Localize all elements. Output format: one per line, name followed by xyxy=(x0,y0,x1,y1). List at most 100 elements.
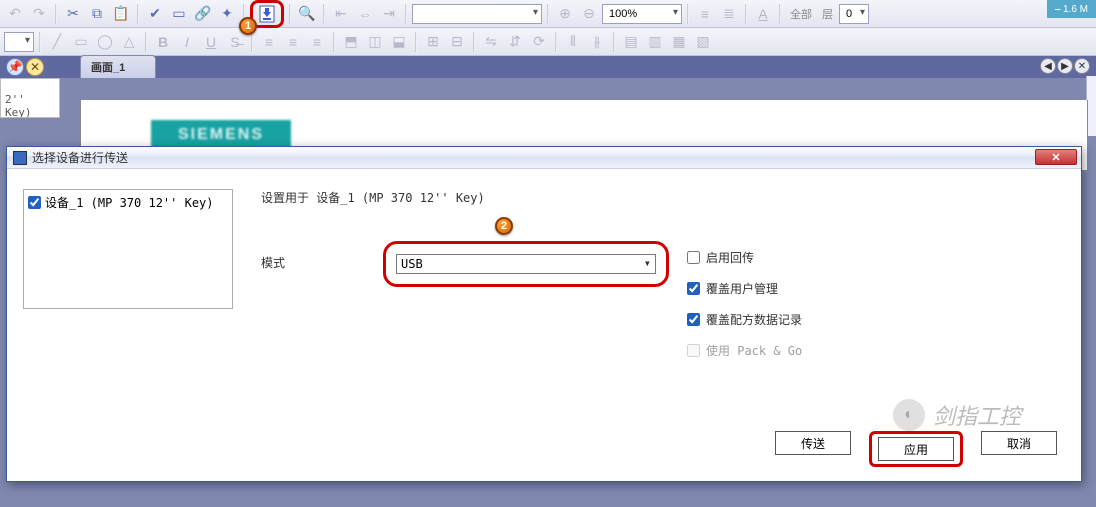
cancel-button[interactable]: 取消 xyxy=(981,431,1057,455)
chk-packgo-label: 使用 Pack & Go xyxy=(706,342,802,359)
tab-prev-icon[interactable]: ◀ xyxy=(1040,58,1056,74)
dialog-app-icon xyxy=(13,151,27,165)
chk-enable-back-box[interactable] xyxy=(687,251,700,264)
pin-icon[interactable]: 📌 xyxy=(6,58,24,76)
options-column: 启用回传 覆盖用户管理 覆盖配方数据记录 使用 Pack & Go xyxy=(687,249,802,359)
top-align-icon[interactable]: ⬒ xyxy=(340,31,362,53)
toolbar-row-1: ↶ ↷ ✂ ⧉ 📋 ✔ ▭ 🔗 ✦ 1 🔍 ⇤ ⇔ ⇥ ⊕ ⊖ 100% ≡ ≣… xyxy=(0,0,1096,28)
rotate-icon[interactable]: ⟳ xyxy=(528,31,550,53)
watermark-icon: ◐ xyxy=(893,399,925,431)
tab-label: 画面_1 xyxy=(91,62,125,74)
tab-nav-buttons: ◀ ▶ ✕ xyxy=(1040,58,1090,74)
forward-icon[interactable]: ▦ xyxy=(668,31,690,53)
device-list[interactable]: 设备_1 (MP 370 12'' Key) xyxy=(23,189,233,309)
badge-2: 2 xyxy=(495,217,513,235)
zoom-out-icon[interactable]: ⊖ xyxy=(578,3,600,25)
separator xyxy=(251,32,253,52)
paste-icon[interactable]: 📋 xyxy=(110,3,132,25)
group-icon[interactable]: ⊞ xyxy=(422,31,444,53)
separator xyxy=(55,4,57,24)
triangle-icon[interactable]: △ xyxy=(118,31,140,53)
line-icon[interactable]: ╱ xyxy=(46,31,68,53)
dist-h-icon[interactable]: ⫴ xyxy=(562,31,584,53)
chk-enable-back-label: 启用回传 xyxy=(706,249,754,266)
layer-combo[interactable]: 0 xyxy=(839,4,869,24)
text-align-right-icon[interactable]: ≡ xyxy=(306,31,328,53)
apply-button[interactable]: 应用 xyxy=(878,437,954,461)
download-button[interactable] xyxy=(256,3,278,25)
backward-icon[interactable]: ▧ xyxy=(692,31,714,53)
chk-overwrite-recipe-label: 覆盖配方数据记录 xyxy=(706,311,802,328)
link-icon[interactable]: 🔗 xyxy=(192,3,214,25)
chk-enable-back[interactable]: 启用回传 xyxy=(687,249,802,266)
monitor-icon[interactable]: ▭ xyxy=(168,3,190,25)
mini-combo[interactable] xyxy=(4,32,34,52)
find-icon[interactable]: 🔍 xyxy=(296,3,318,25)
underline-icon[interactable]: U xyxy=(200,31,222,53)
tree-fragment-text: 2'' Key) xyxy=(5,93,32,118)
dialog-close-button[interactable]: ✕ xyxy=(1035,149,1077,165)
tab-close-icon[interactable]: ✕ xyxy=(1074,58,1090,74)
transfer-button[interactable]: 传送 xyxy=(775,431,851,455)
bottom-align-icon[interactable]: ⬓ xyxy=(388,31,410,53)
bold-icon[interactable]: B xyxy=(152,31,174,53)
badge-1: 1 xyxy=(239,17,257,35)
ungroup-icon[interactable]: ⊟ xyxy=(446,31,468,53)
zoom-combo[interactable]: 100% xyxy=(602,4,682,24)
mid-align-icon[interactable]: ◫ xyxy=(364,31,386,53)
text-align-left-icon[interactable]: ≡ xyxy=(258,31,280,53)
chk-overwrite-recipe[interactable]: 覆盖配方数据记录 xyxy=(687,311,802,328)
toolbar-row-2: ╱ ▭ ◯ △ B I U S̶ ≡ ≡ ≡ ⬒ ◫ ⬓ ⊞ ⊟ ⇋ ⇵ ⟳ ⫴… xyxy=(0,28,1096,56)
redo-icon[interactable]: ↷ xyxy=(28,3,50,25)
copy-icon[interactable]: ⧉ xyxy=(86,3,108,25)
device-item[interactable]: 设备_1 (MP 370 12'' Key) xyxy=(28,194,228,211)
mode-label: 模式 xyxy=(261,254,285,271)
zoom-in-icon[interactable]: ⊕ xyxy=(554,3,576,25)
tab-next-icon[interactable]: ▶ xyxy=(1057,58,1073,74)
cut-icon[interactable]: ✂ xyxy=(62,3,84,25)
dist-v-icon[interactable]: ⫵ xyxy=(586,31,608,53)
align-left-icon[interactable]: ⇤ xyxy=(330,3,352,25)
separator xyxy=(405,4,407,24)
flip-v-icon[interactable]: ⇵ xyxy=(504,31,526,53)
align-center-icon[interactable]: ⇔ xyxy=(354,3,376,25)
align-right-icon[interactable]: ⇥ xyxy=(378,3,400,25)
separator xyxy=(473,32,475,52)
flip-h-icon[interactable]: ⇋ xyxy=(480,31,502,53)
chk-overwrite-recipe-box[interactable] xyxy=(687,313,700,326)
toolbar-text-layer: 层 xyxy=(818,6,837,22)
separator xyxy=(145,32,147,52)
indent-icon[interactable]: ≡ xyxy=(694,3,716,25)
undo-icon[interactable]: ↶ xyxy=(4,3,26,25)
chk-packgo-box xyxy=(687,344,700,357)
font-color-icon[interactable]: A xyxy=(752,3,774,25)
dialog-title: 选择设备进行传送 xyxy=(32,149,128,166)
separator xyxy=(39,32,41,52)
chk-overwrite-user-box[interactable] xyxy=(687,282,700,295)
italic-icon[interactable]: I xyxy=(176,31,198,53)
back-icon[interactable]: ▥ xyxy=(644,31,666,53)
device-checkbox[interactable] xyxy=(28,196,41,209)
mode-value: USB xyxy=(401,257,423,271)
close-panel-icon[interactable]: ✕ xyxy=(26,58,44,76)
circle-icon[interactable]: ◯ xyxy=(94,31,116,53)
mode-combo[interactable]: USB xyxy=(396,254,656,274)
wand-icon[interactable]: ✦ xyxy=(216,3,238,25)
device-label: 设备_1 (MP 370 12'' Key) xyxy=(45,194,214,211)
apply-highlight: 应用 xyxy=(869,431,963,467)
separator xyxy=(137,4,139,24)
check-icon[interactable]: ✔ xyxy=(144,3,166,25)
text-align-center-icon[interactable]: ≡ xyxy=(282,31,304,53)
separator xyxy=(415,32,417,52)
separator xyxy=(555,32,557,52)
front-icon[interactable]: ▤ xyxy=(620,31,642,53)
outdent-icon[interactable]: ≣ xyxy=(718,3,740,25)
chk-overwrite-user[interactable]: 覆盖用户管理 xyxy=(687,280,802,297)
tab-screen-1[interactable]: 画面_1 xyxy=(80,55,156,78)
dialog-buttons: 传送 应用 取消 xyxy=(775,431,1057,467)
chk-packgo: 使用 Pack & Go xyxy=(687,342,802,359)
rect-icon[interactable]: ▭ xyxy=(70,31,92,53)
separator xyxy=(687,4,689,24)
separator xyxy=(323,4,325,24)
font-combo[interactable] xyxy=(412,4,542,24)
